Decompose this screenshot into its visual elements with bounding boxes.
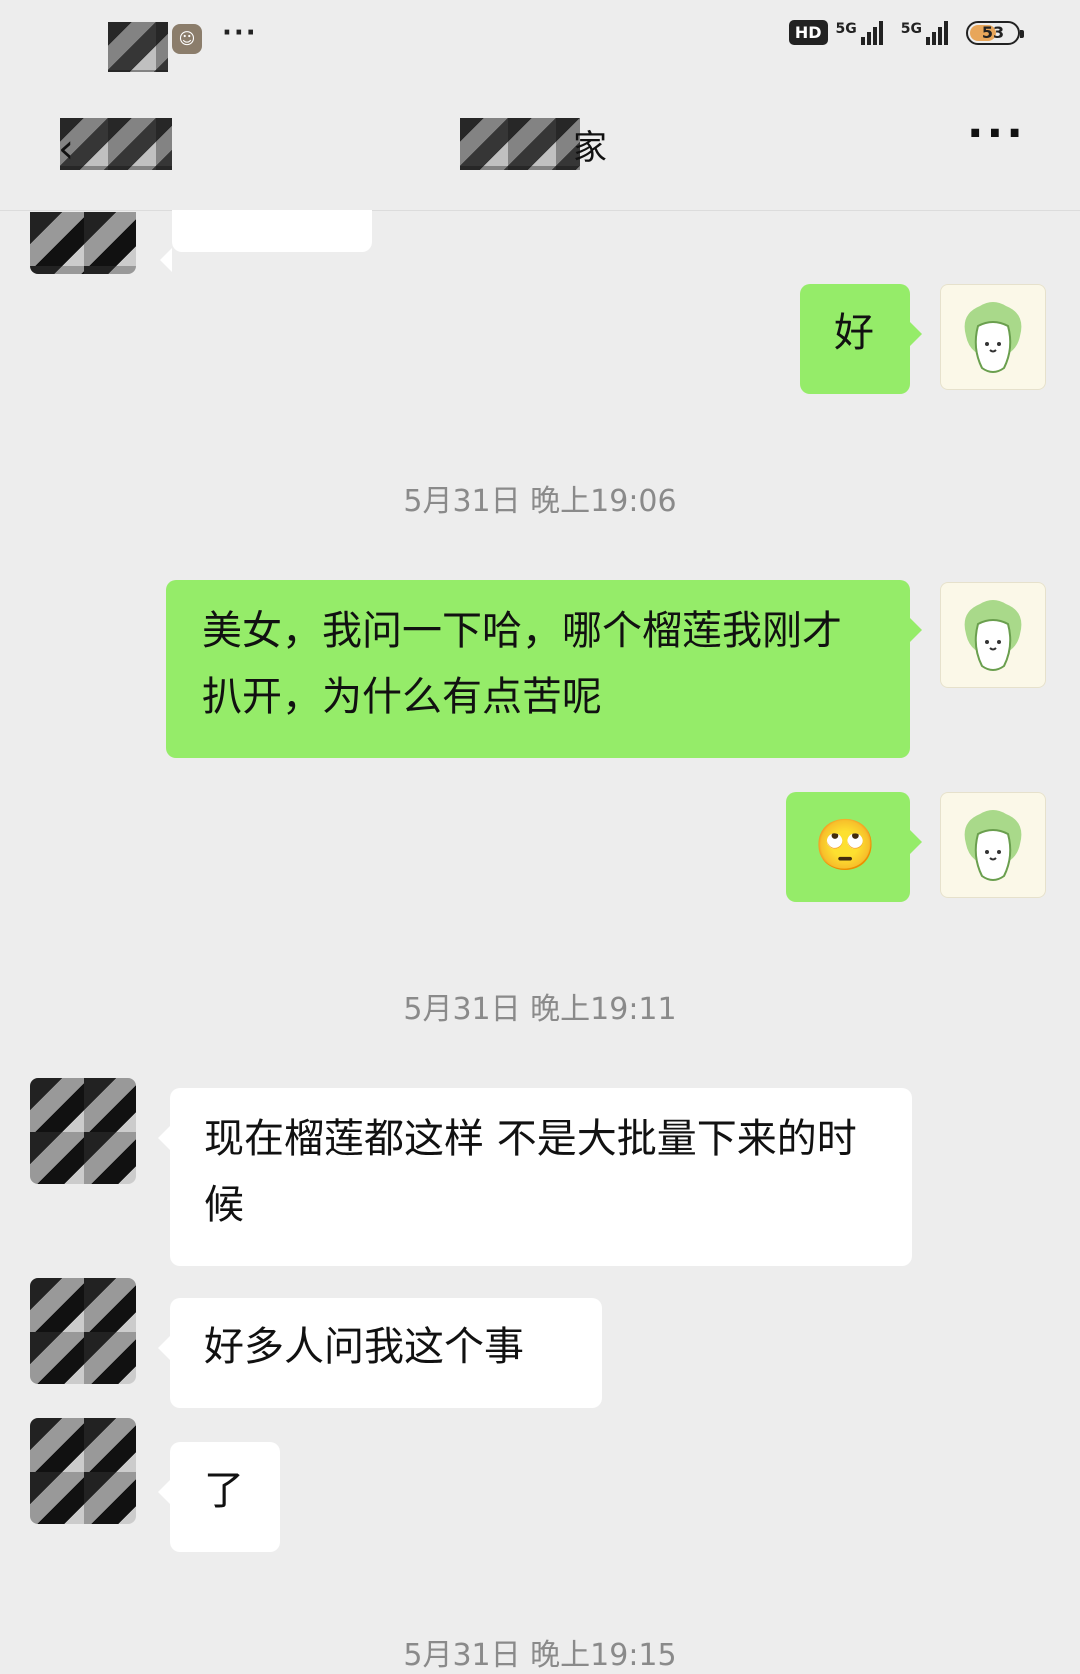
contact-avatar[interactable] [30,1278,136,1384]
timestamp: 5月31日 晚上19:06 [403,484,677,519]
hd-voice-icon: HD [788,20,828,45]
message-text: 好 [834,310,874,356]
contact-avatar[interactable] [30,1078,136,1184]
more-options-button[interactable]: ··· [967,108,1026,159]
app-notification-icon: ☺ [172,24,202,54]
status-bar: ☺ ··· HD 5G 5G 53 [0,0,1080,80]
message-bubble[interactable]: 好多人问我这个事 [158,1298,602,1408]
contact-avatar[interactable] [30,212,136,274]
message-bubble[interactable]: 现在榴莲都这样 不是大批量下来的时候 [158,1088,912,1266]
battery-level: 53 [981,22,1005,42]
timestamp: 5月31日 晚上19:11 [403,992,677,1027]
signal-sim1-icon: 5G [835,20,883,45]
flushed-face-icon: 🙄 [814,816,877,874]
message-bubble[interactable]: 🙄 [786,792,922,902]
cabbage-sticker-icon [964,810,1022,881]
battery-icon: 53 [966,20,1024,45]
message-bubble[interactable]: 好 [800,284,922,394]
sim1-network-label: 5G [835,20,857,37]
message-bubble[interactable]: 了 [158,1442,280,1552]
message-text: 现在榴莲都这样 不是大批量下来的时候 [204,1116,857,1228]
chat-header: ‹ 家 ··· [0,84,1080,211]
message-bubble[interactable]: 美女，我问一下哈，哪个榴莲我刚才扒开，为什么有点苦呢 [166,580,922,758]
my-avatar[interactable] [940,792,1046,898]
status-indicators: HD 5G 5G 53 [788,20,1024,45]
timestamp: 5月31日 晚上19:15 [403,1638,677,1673]
chat-title: 家 [0,120,1080,169]
message-text: 美女，我问一下哈，哪个榴莲我刚才扒开，为什么有点苦呢 [202,608,842,720]
message-text: 好多人问我这个事 [204,1324,524,1370]
cabbage-sticker-icon [964,600,1022,671]
my-avatar[interactable] [940,582,1046,688]
cabbage-sticker-icon [964,302,1022,373]
contact-avatar[interactable] [30,1418,136,1524]
signal-sim2-icon: 5G [900,20,948,45]
sim2-network-label: 5G [900,20,922,37]
censored-region [108,22,168,72]
message-text: 了 [204,1468,244,1514]
message-bubble-partial[interactable] [160,210,372,272]
my-avatar[interactable] [940,284,1046,390]
chat-title-text: 家 [573,128,607,168]
notification-more-icon: ··· [222,18,258,48]
